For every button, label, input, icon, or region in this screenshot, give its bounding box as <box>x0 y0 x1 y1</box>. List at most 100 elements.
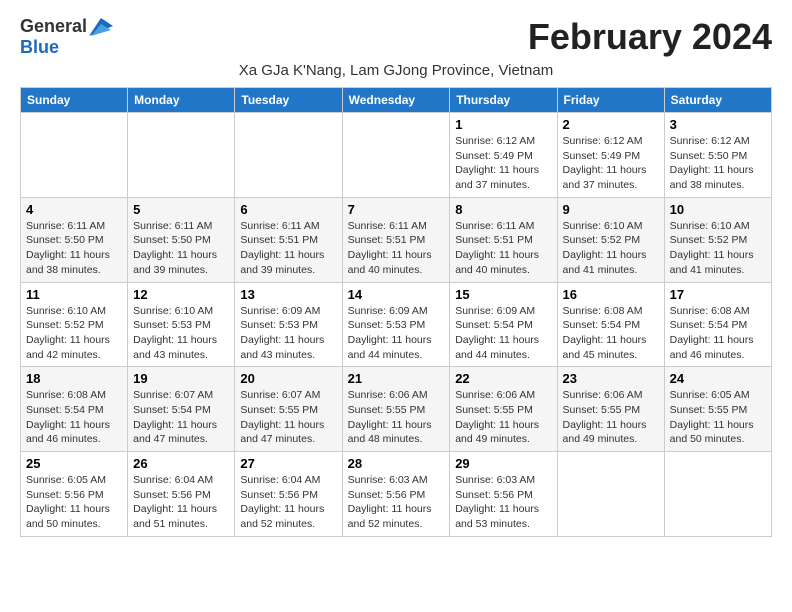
calendar-table: SundayMondayTuesdayWednesdayThursdayFrid… <box>20 87 772 537</box>
calendar-day-cell: 28Sunrise: 6:03 AMSunset: 5:56 PMDayligh… <box>342 452 450 537</box>
daylight-text: Daylight: 11 hours and 52 minutes. <box>240 502 336 531</box>
day-info: Sunrise: 6:09 AMSunset: 5:54 PMDaylight:… <box>455 304 551 363</box>
calendar-week-row: 11Sunrise: 6:10 AMSunset: 5:52 PMDayligh… <box>21 282 772 367</box>
weekday-header: Tuesday <box>235 88 342 113</box>
sunset-text: Sunset: 5:52 PM <box>670 233 766 248</box>
day-number: 26 <box>133 456 229 471</box>
sunrise-text: Sunrise: 6:04 AM <box>240 473 336 488</box>
day-info: Sunrise: 6:11 AMSunset: 5:51 PMDaylight:… <box>240 219 336 278</box>
weekday-header: Monday <box>128 88 235 113</box>
calendar-day-cell: 10 Sunrise: 6:10 AMSunset: 5:52 PMDayligh… <box>664 197 771 282</box>
day-info: Sunrise: 6:12 AMSunset: 5:49 PMDaylight:… <box>563 134 659 193</box>
calendar-day-cell: 20 Sunrise: 6:07 AMSunset: 5:55 PMDayligh… <box>235 367 342 452</box>
sunrise-text: Sunrise: 6:11 AM <box>26 219 122 234</box>
calendar-day-cell: 2Sunrise: 6:12 AMSunset: 5:49 PMDaylight… <box>557 113 664 198</box>
calendar-day-cell: 7 Sunrise: 6:11 AMSunset: 5:51 PMDaylight… <box>342 197 450 282</box>
day-number: 20 <box>240 371 336 386</box>
daylight-text: Daylight: 11 hours and 39 minutes. <box>240 248 336 277</box>
day-number: 19 <box>133 371 229 386</box>
sunset-text: Sunset: 5:54 PM <box>455 318 551 333</box>
day-number: 10 <box>670 202 766 217</box>
day-number: 14 <box>348 287 445 302</box>
calendar-day-cell: 16Sunrise: 6:08 AMSunset: 5:54 PMDayligh… <box>557 282 664 367</box>
sunset-text: Sunset: 5:56 PM <box>133 488 229 503</box>
day-number: 9 <box>563 202 659 217</box>
sunset-text: Sunset: 5:54 PM <box>26 403 122 418</box>
calendar-day-cell: 29Sunrise: 6:03 AMSunset: 5:56 PMDayligh… <box>450 452 557 537</box>
sunrise-text: Sunrise: 6:12 AM <box>563 134 659 149</box>
sunrise-text: Sunrise: 6:11 AM <box>348 219 445 234</box>
sunrise-text: Sunrise: 6:09 AM <box>240 304 336 319</box>
daylight-text: Daylight: 11 hours and 46 minutes. <box>670 333 766 362</box>
sunset-text: Sunset: 5:53 PM <box>348 318 445 333</box>
calendar-day-cell: 13Sunrise: 6:09 AMSunset: 5:53 PMDayligh… <box>235 282 342 367</box>
sunset-text: Sunset: 5:55 PM <box>348 403 445 418</box>
weekday-header: Saturday <box>664 88 771 113</box>
day-number: 17 <box>670 287 766 302</box>
sunset-text: Sunset: 5:53 PM <box>133 318 229 333</box>
logo-blue: Blue <box>20 37 59 58</box>
sunset-text: Sunset: 5:53 PM <box>240 318 336 333</box>
day-number: 15 <box>455 287 551 302</box>
calendar-day-cell: 18Sunrise: 6:08 AMSunset: 5:54 PMDayligh… <box>21 367 128 452</box>
sunset-text: Sunset: 5:51 PM <box>348 233 445 248</box>
day-info: Sunrise: 6:10 AMSunset: 5:52 PMDaylight:… <box>670 219 766 278</box>
sunrise-text: Sunrise: 6:08 AM <box>563 304 659 319</box>
sunrise-text: Sunrise: 6:11 AM <box>133 219 229 234</box>
calendar-day-cell: 25Sunrise: 6:05 AMSunset: 5:56 PMDayligh… <box>21 452 128 537</box>
daylight-text: Daylight: 11 hours and 44 minutes. <box>455 333 551 362</box>
calendar-week-row: 4Sunrise: 6:11 AMSunset: 5:50 PMDaylight… <box>21 197 772 282</box>
calendar-day-cell: 17 Sunrise: 6:08 AMSunset: 5:54 PMDayligh… <box>664 282 771 367</box>
day-info: Sunrise: 6:08 AMSunset: 5:54 PMDaylight:… <box>563 304 659 363</box>
calendar-day-cell <box>557 452 664 537</box>
daylight-text: Daylight: 11 hours and 46 minutes. <box>26 418 122 447</box>
day-number: 23 <box>563 371 659 386</box>
calendar-day-cell: 11Sunrise: 6:10 AMSunset: 5:52 PMDayligh… <box>21 282 128 367</box>
calendar-day-cell: 15 Sunrise: 6:09 AMSunset: 5:54 PMDayligh… <box>450 282 557 367</box>
day-info: Sunrise: 6:06 AMSunset: 5:55 PMDaylight:… <box>563 388 659 447</box>
day-number: 7 <box>348 202 445 217</box>
daylight-text: Daylight: 11 hours and 41 minutes. <box>670 248 766 277</box>
sunset-text: Sunset: 5:52 PM <box>26 318 122 333</box>
daylight-text: Daylight: 11 hours and 42 minutes. <box>26 333 122 362</box>
day-info: Sunrise: 6:11 AMSunset: 5:51 PMDaylight:… <box>455 219 551 278</box>
daylight-text: Daylight: 11 hours and 48 minutes. <box>348 418 445 447</box>
daylight-text: Daylight: 11 hours and 40 minutes. <box>348 248 445 277</box>
day-info: Sunrise: 6:07 AMSunset: 5:55 PMDaylight:… <box>240 388 336 447</box>
day-info: Sunrise: 6:07 AMSunset: 5:54 PMDaylight:… <box>133 388 229 447</box>
calendar-day-cell: 23 Sunrise: 6:06 AMSunset: 5:55 PMDayligh… <box>557 367 664 452</box>
sunrise-text: Sunrise: 6:06 AM <box>563 388 659 403</box>
weekday-header: Thursday <box>450 88 557 113</box>
day-info: Sunrise: 6:10 AMSunset: 5:52 PMDaylight:… <box>563 219 659 278</box>
sunset-text: Sunset: 5:56 PM <box>240 488 336 503</box>
day-info: Sunrise: 6:11 AMSunset: 5:50 PMDaylight:… <box>26 219 122 278</box>
calendar-day-cell <box>235 113 342 198</box>
calendar-day-cell: 4Sunrise: 6:11 AMSunset: 5:50 PMDaylight… <box>21 197 128 282</box>
sunset-text: Sunset: 5:56 PM <box>455 488 551 503</box>
sunrise-text: Sunrise: 6:04 AM <box>133 473 229 488</box>
day-info: Sunrise: 6:09 AMSunset: 5:53 PMDaylight:… <box>240 304 336 363</box>
calendar-week-row: 1Sunrise: 6:12 AMSunset: 5:49 PMDaylight… <box>21 113 772 198</box>
sunrise-text: Sunrise: 6:06 AM <box>348 388 445 403</box>
sunset-text: Sunset: 5:56 PM <box>348 488 445 503</box>
daylight-text: Daylight: 11 hours and 51 minutes. <box>133 502 229 531</box>
day-info: Sunrise: 6:04 AMSunset: 5:56 PMDaylight:… <box>133 473 229 532</box>
calendar-week-row: 18Sunrise: 6:08 AMSunset: 5:54 PMDayligh… <box>21 367 772 452</box>
day-number: 27 <box>240 456 336 471</box>
day-number: 6 <box>240 202 336 217</box>
sunrise-text: Sunrise: 6:03 AM <box>348 473 445 488</box>
calendar-day-cell: 12Sunrise: 6:10 AMSunset: 5:53 PMDayligh… <box>128 282 235 367</box>
day-info: Sunrise: 6:08 AMSunset: 5:54 PMDaylight:… <box>670 304 766 363</box>
day-info: Sunrise: 6:06 AMSunset: 5:55 PMDaylight:… <box>348 388 445 447</box>
sunset-text: Sunset: 5:55 PM <box>240 403 336 418</box>
sunset-text: Sunset: 5:54 PM <box>563 318 659 333</box>
day-number: 25 <box>26 456 122 471</box>
daylight-text: Daylight: 11 hours and 44 minutes. <box>348 333 445 362</box>
sunrise-text: Sunrise: 6:06 AM <box>455 388 551 403</box>
daylight-text: Daylight: 11 hours and 41 minutes. <box>563 248 659 277</box>
day-info: Sunrise: 6:11 AMSunset: 5:51 PMDaylight:… <box>348 219 445 278</box>
calendar-week-row: 25Sunrise: 6:05 AMSunset: 5:56 PMDayligh… <box>21 452 772 537</box>
daylight-text: Daylight: 11 hours and 43 minutes. <box>133 333 229 362</box>
sunset-text: Sunset: 5:55 PM <box>670 403 766 418</box>
daylight-text: Daylight: 11 hours and 40 minutes. <box>455 248 551 277</box>
